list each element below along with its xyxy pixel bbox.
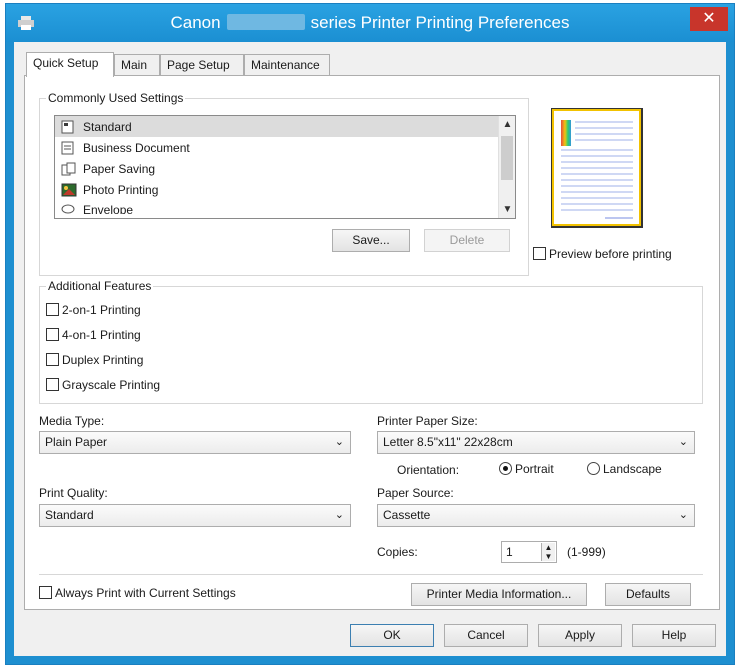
- quick-setup-panel: Commonly Used Settings Standard Business…: [24, 75, 720, 610]
- list-item[interactable]: Photo Printing: [55, 179, 515, 200]
- chevron-down-icon[interactable]: ⌄: [335, 435, 344, 448]
- tab-maintenance[interactable]: Maintenance: [244, 54, 330, 76]
- printer-preferences-window: Canon series Printer Printing Preferences…: [5, 3, 735, 665]
- landscape-radio[interactable]: Landscape: [587, 462, 662, 476]
- media-type-value: Plain Paper: [45, 435, 108, 449]
- checkbox-box[interactable]: [46, 378, 59, 391]
- copies-label: Copies:: [377, 545, 418, 559]
- preview-checkbox[interactable]: Preview before printing: [533, 247, 672, 261]
- dialog-client: Quick Setup Main Page Setup Maintenance …: [14, 42, 726, 656]
- divider: [39, 574, 703, 575]
- list-item-label: Paper Saving: [83, 161, 156, 176]
- window-title: Canon series Printer Printing Preferences: [6, 13, 734, 33]
- two-on-one-checkbox[interactable]: 2-on-1 Printing: [46, 303, 141, 321]
- paper-source-select[interactable]: Cassette ⌄: [377, 504, 695, 527]
- list-item-label: Photo Printing: [83, 182, 159, 197]
- scroll-up-icon[interactable]: ▲: [499, 116, 515, 133]
- delete-button[interactable]: Delete: [424, 229, 510, 252]
- grayscale-checkbox[interactable]: Grayscale Printing: [46, 378, 160, 396]
- checkbox-label: Always Print with Current Settings: [55, 586, 236, 600]
- scroll-down-icon[interactable]: ▼: [499, 201, 515, 218]
- radio-label: Portrait: [515, 462, 554, 476]
- checkbox-box[interactable]: [46, 353, 59, 366]
- envelope-icon: [61, 200, 77, 214]
- defaults-button[interactable]: Defaults: [605, 583, 691, 606]
- close-icon[interactable]: ✕: [702, 10, 715, 27]
- radio-label: Landscape: [603, 462, 662, 476]
- paper-saving-icon: [61, 162, 77, 176]
- apply-button[interactable]: Apply: [538, 624, 622, 647]
- list-item-label: Business Document: [83, 140, 190, 155]
- list-item[interactable]: Paper Saving: [55, 158, 515, 179]
- paper-size-value: Letter 8.5"x11" 22x28cm: [383, 435, 513, 449]
- tab-main[interactable]: Main: [114, 54, 160, 76]
- checkbox-box[interactable]: [46, 328, 59, 341]
- scroll-thumb[interactable]: [501, 136, 513, 180]
- checkbox-box[interactable]: [46, 303, 59, 316]
- additional-features-group: Additional Features 2-on-1 Printing 4-on…: [39, 279, 703, 404]
- portrait-radio[interactable]: Portrait: [499, 462, 554, 476]
- list-item[interactable]: Business Document: [55, 137, 515, 158]
- stepper-arrows-icon[interactable]: ▲ ▼: [541, 543, 555, 561]
- four-on-one-checkbox[interactable]: 4-on-1 Printing: [46, 328, 141, 346]
- title-bar[interactable]: Canon series Printer Printing Preferences…: [6, 4, 734, 42]
- save-button[interactable]: Save...: [332, 229, 410, 252]
- orientation-label: Orientation:: [397, 463, 460, 477]
- printer-media-info-button[interactable]: Printer Media Information...: [411, 583, 587, 606]
- photo-icon: [61, 183, 77, 197]
- copies-value[interactable]: 1: [506, 545, 513, 559]
- tab-page-setup[interactable]: Page Setup: [160, 54, 244, 76]
- list-item-label: Envelope: [83, 203, 134, 214]
- cancel-button[interactable]: Cancel: [444, 624, 528, 647]
- document-icon: [61, 141, 77, 155]
- media-type-select[interactable]: Plain Paper ⌄: [39, 431, 351, 454]
- print-preview: [551, 108, 643, 228]
- print-quality-label: Print Quality:: [39, 486, 108, 500]
- checkbox-box[interactable]: [39, 586, 52, 599]
- print-quality-select[interactable]: Standard ⌄: [39, 504, 351, 527]
- list-scrollbar[interactable]: ▲ ▼: [498, 116, 515, 218]
- print-quality-value: Standard: [45, 508, 94, 522]
- checkbox-label: Grayscale Printing: [62, 378, 161, 392]
- preview-page-icon: [561, 120, 633, 219]
- paper-source-value: Cassette: [383, 508, 431, 522]
- checkbox-label: 2-on-1 Printing: [62, 303, 141, 317]
- preview-checkbox-box[interactable]: [533, 247, 546, 260]
- chevron-down-icon[interactable]: ⌄: [335, 508, 344, 521]
- copies-stepper[interactable]: 1 ▲ ▼: [501, 541, 557, 563]
- common-settings-title: Commonly Used Settings: [46, 91, 186, 105]
- checkbox-label: 4-on-1 Printing: [62, 328, 141, 342]
- list-item[interactable]: Standard: [55, 116, 515, 137]
- copies-range: (1-999): [567, 545, 606, 559]
- chevron-down-icon[interactable]: ⌄: [679, 435, 688, 448]
- list-item-label: Standard: [83, 119, 132, 134]
- title-text: series Printer Printing Preferences: [310, 13, 570, 32]
- paper-size-select[interactable]: Letter 8.5"x11" 22x28cm ⌄: [377, 431, 695, 454]
- tab-quick-setup[interactable]: Quick Setup: [26, 52, 114, 77]
- close-button[interactable]: ✕: [690, 7, 728, 31]
- paper-size-label: Printer Paper Size:: [377, 414, 478, 428]
- radio-button[interactable]: [499, 462, 512, 475]
- additional-features-title: Additional Features: [46, 279, 154, 293]
- duplex-checkbox[interactable]: Duplex Printing: [46, 353, 143, 371]
- redacted-model-name: [226, 14, 305, 30]
- chevron-down-icon[interactable]: ⌄: [679, 508, 688, 521]
- list-item[interactable]: Envelope: [55, 200, 515, 214]
- title-brand: Canon: [170, 13, 221, 32]
- radio-button[interactable]: [587, 462, 600, 475]
- preview-checkbox-label: Preview before printing: [549, 247, 672, 261]
- standard-icon: [61, 120, 77, 134]
- common-settings-group: Commonly Used Settings Standard Business…: [39, 91, 529, 276]
- ok-button[interactable]: OK: [350, 624, 434, 647]
- common-settings-list[interactable]: Standard Business Document Paper Saving …: [54, 115, 516, 219]
- paper-source-label: Paper Source:: [377, 486, 454, 500]
- help-button[interactable]: Help: [632, 624, 716, 647]
- always-print-checkbox[interactable]: Always Print with Current Settings: [39, 586, 236, 600]
- media-type-label: Media Type:: [39, 414, 105, 428]
- checkbox-label: Duplex Printing: [62, 353, 144, 367]
